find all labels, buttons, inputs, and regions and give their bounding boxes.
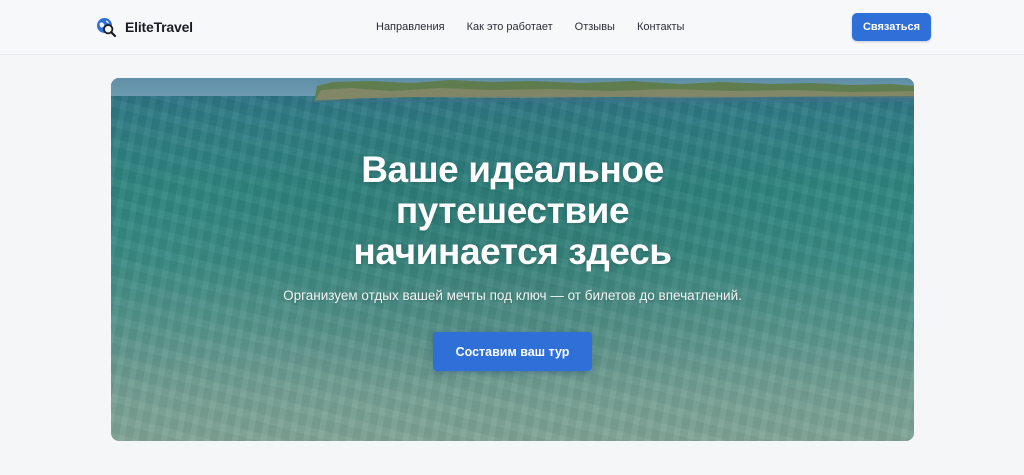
brand-name: EliteTravel (125, 19, 193, 35)
nav-link-how-it-works[interactable]: Как это работает (467, 20, 553, 34)
hero-title: Ваше идеальное путешествие начинается зд… (353, 149, 672, 272)
globe-search-icon (97, 18, 117, 38)
nav-link-contacts[interactable]: Контакты (637, 20, 685, 34)
nav-link-destinations[interactable]: Направления (376, 20, 445, 34)
hero-banner: Ваше идеальное путешествие начинается зд… (111, 78, 914, 441)
contact-button[interactable]: Связаться (852, 13, 931, 41)
main-nav: Направления Как это работает Отзывы Конт… (376, 20, 684, 34)
site-header: EliteTravel Направления Как это работает… (0, 0, 1024, 55)
brand-logo-link[interactable]: EliteTravel (95, 16, 193, 38)
nav-link-reviews[interactable]: Отзывы (575, 20, 615, 34)
build-tour-button[interactable]: Составим ваш тур (433, 332, 592, 371)
hero-subtitle: Организуем отдых вашей мечты под ключ — … (283, 288, 742, 303)
